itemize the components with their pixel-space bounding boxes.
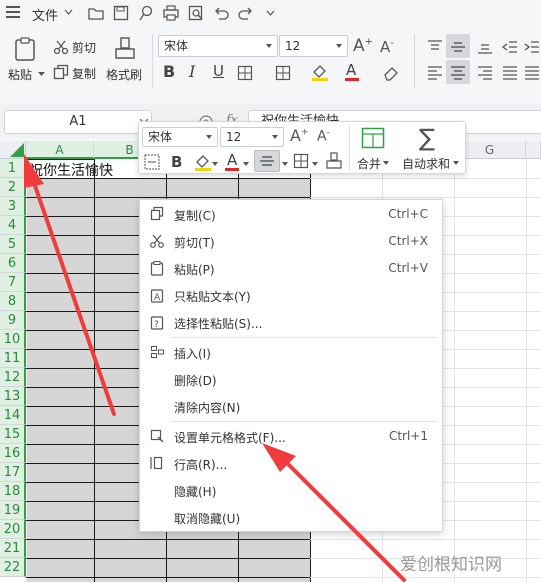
red-arrow-to-corner	[24, 154, 116, 416]
red-arrow-to-format-cells	[262, 443, 406, 582]
watermark-text: 爱创根知识网	[400, 555, 502, 575]
annotation-arrows	[24, 154, 406, 582]
